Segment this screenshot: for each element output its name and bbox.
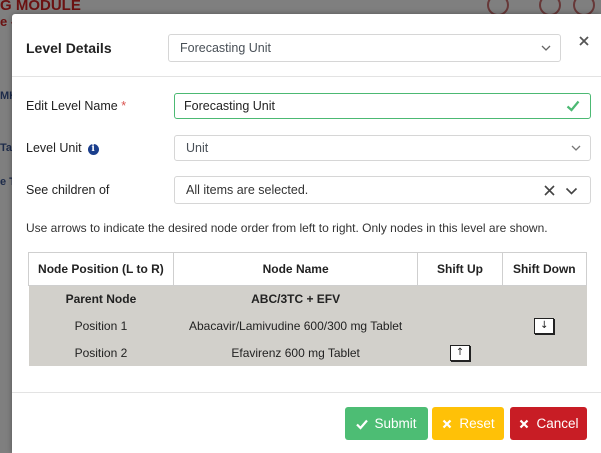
info-icon[interactable]: i [87, 144, 99, 155]
node-name: Efavirenz 600 mg Tablet [173, 339, 418, 366]
node-order-hint: Use arrows to indicate the desired node … [26, 221, 548, 235]
table-row: Position 1 Abacavir/Lamivudine 600/300 m… [28, 312, 587, 339]
chevron-down-icon [571, 145, 581, 151]
table-row: Position 2 Efavirenz 600 mg Tablet ↑ [28, 339, 587, 366]
shift-up-cell: ↑ [417, 339, 503, 366]
clear-icon[interactable] [543, 184, 556, 197]
parent-node-row: Parent Node ABC/3TC + EFV [28, 285, 587, 312]
shift-down-cell: ↓ [502, 312, 587, 339]
submit-button[interactable]: Submit [345, 407, 428, 440]
shift-down-button[interactable]: ↓ [534, 318, 555, 334]
empty-cell [502, 339, 587, 366]
parent-position: Parent Node [28, 285, 174, 312]
required-marker: * [121, 99, 127, 113]
level-unit-label-text: Level Unit [26, 141, 82, 155]
cancel-button[interactable]: Cancel [510, 407, 587, 440]
close-icon [443, 419, 452, 428]
footer-divider [12, 392, 601, 393]
level-select-value: Forecasting Unit [180, 41, 272, 55]
edit-level-name-label: Edit Level Name * [26, 99, 126, 113]
empty-cell [502, 285, 587, 312]
see-children-value: All items are selected. [186, 183, 309, 197]
chevron-down-icon[interactable] [565, 185, 578, 197]
empty-cell [417, 285, 503, 312]
table-header-row: Node Position (L to R) Node Name Shift U… [28, 252, 588, 286]
level-unit-label: Level Unit i [26, 141, 99, 155]
modal-header: Level Details Forecasting Unit [12, 14, 601, 77]
node-name: Abacavir/Lamivudine 600/300 mg Tablet [173, 312, 418, 339]
see-children-multiselect[interactable]: All items are selected. [174, 176, 591, 204]
check-icon [356, 419, 369, 430]
edit-level-name-label-text: Edit Level Name [26, 99, 118, 113]
column-header: Node Position (L to R) [28, 252, 174, 286]
check-icon [566, 100, 580, 112]
node-order-table: Node Position (L to R) Node Name Shift U… [28, 252, 588, 366]
see-children-of-label: See children of [26, 183, 110, 197]
node-position: Position 2 [28, 339, 174, 366]
column-header: Shift Up [417, 252, 503, 286]
level-select[interactable]: Forecasting Unit [168, 34, 561, 62]
cancel-label: Cancel [536, 416, 579, 431]
level-unit-select[interactable]: Unit [174, 135, 591, 161]
level-details-modal: Level Details Forecasting Unit Edit Leve… [12, 14, 601, 453]
chevron-down-icon [541, 45, 551, 51]
parent-name: ABC/3TC + EFV [173, 285, 418, 312]
empty-cell [417, 312, 503, 339]
background-header-icons [481, 0, 601, 16]
level-unit-value: Unit [186, 141, 209, 155]
reset-button[interactable]: Reset [432, 407, 504, 440]
modal-title: Level Details [26, 40, 112, 56]
reset-label: Reset [459, 416, 495, 431]
background-title: G MODULE [0, 0, 81, 14]
shift-up-button[interactable]: ↑ [450, 345, 471, 361]
column-header: Shift Down [501, 252, 588, 286]
close-icon [520, 419, 529, 428]
node-position: Position 1 [28, 312, 174, 339]
close-icon[interactable] [576, 33, 592, 49]
background-fragment-2: Ta [0, 142, 13, 154]
column-header: Node Name [172, 252, 419, 286]
submit-label: Submit [374, 416, 417, 431]
edit-level-name-input[interactable]: Forecasting Unit [174, 93, 591, 119]
edit-level-name-value: Forecasting Unit [184, 99, 276, 113]
